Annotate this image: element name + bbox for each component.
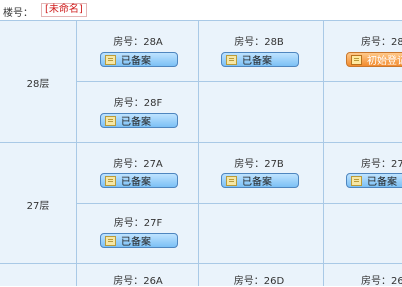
status-button[interactable]: 已备案 <box>221 52 299 67</box>
unit-cell: 房号：26D <box>199 264 319 287</box>
status-button[interactable]: 已备案 <box>100 113 178 128</box>
status-button[interactable]: 已备案 <box>346 173 402 188</box>
status-label: 已备案 <box>367 177 397 188</box>
room-number: 房号：28 <box>361 37 402 48</box>
status-button[interactable]: 初始登记 <box>346 52 402 67</box>
document-icon <box>105 54 116 65</box>
room-number: 房号：27F <box>113 218 163 229</box>
unit-cell: 房号：28B 已备案 <box>199 21 319 81</box>
room-number: 房号：28A <box>113 37 163 48</box>
room-number: 房号：27B <box>234 159 284 170</box>
unit-cell: 房号：27F 已备案 <box>78 204 198 263</box>
unit-cell: 房号：28A 已备案 <box>78 21 198 81</box>
room-number: 房号：27A <box>113 159 163 170</box>
status-label: 初始登记 <box>367 56 402 67</box>
status-label: 已备案 <box>121 237 151 248</box>
room-number: 房号：27 <box>361 159 402 170</box>
status-label: 已备案 <box>242 56 272 67</box>
building-label: 楼号： <box>3 8 33 19</box>
document-icon <box>351 54 362 65</box>
room-number: 房号：28F <box>113 98 163 109</box>
status-button[interactable]: 已备案 <box>100 173 178 188</box>
document-icon <box>226 175 237 186</box>
unit-cell: 房号：27 已备案 <box>324 143 402 203</box>
document-icon <box>105 235 116 246</box>
status-button[interactable]: 已备案 <box>221 173 299 188</box>
building-header: 楼号： [未命名] <box>0 0 402 21</box>
document-icon <box>105 175 116 186</box>
status-label: 已备案 <box>121 177 151 188</box>
unit-cell: 房号：28F 已备案 <box>78 82 198 142</box>
room-number: 房号：26 <box>361 276 402 286</box>
unit-cell: 房号：27B 已备案 <box>199 143 319 203</box>
floor-grid: 28层 27层 房号：28A 已备案 房号：28B 已备案 房号：28 初始登记… <box>0 21 402 287</box>
document-icon <box>226 54 237 65</box>
unit-cell: 房号：26A <box>78 264 198 287</box>
floor-label-27: 27层 <box>26 201 50 212</box>
unit-cell: 房号：28 初始登记 <box>324 21 402 81</box>
unit-cell: 房号：26 <box>324 264 402 286</box>
status-button[interactable]: 已备案 <box>100 52 178 67</box>
room-number: 房号：28B <box>234 37 284 48</box>
document-icon <box>351 175 362 186</box>
column-divider <box>76 21 77 286</box>
building-name[interactable]: [未命名] <box>41 3 87 17</box>
status-button[interactable]: 已备案 <box>100 233 178 248</box>
status-label: 已备案 <box>242 177 272 188</box>
floor-label-28: 28层 <box>26 79 50 90</box>
document-icon <box>105 115 116 126</box>
status-label: 已备案 <box>121 56 151 67</box>
room-number: 房号：26A <box>113 276 163 287</box>
status-label: 已备案 <box>121 117 151 128</box>
unit-cell: 房号：27A 已备案 <box>78 143 198 203</box>
room-number: 房号：26D <box>233 276 285 287</box>
